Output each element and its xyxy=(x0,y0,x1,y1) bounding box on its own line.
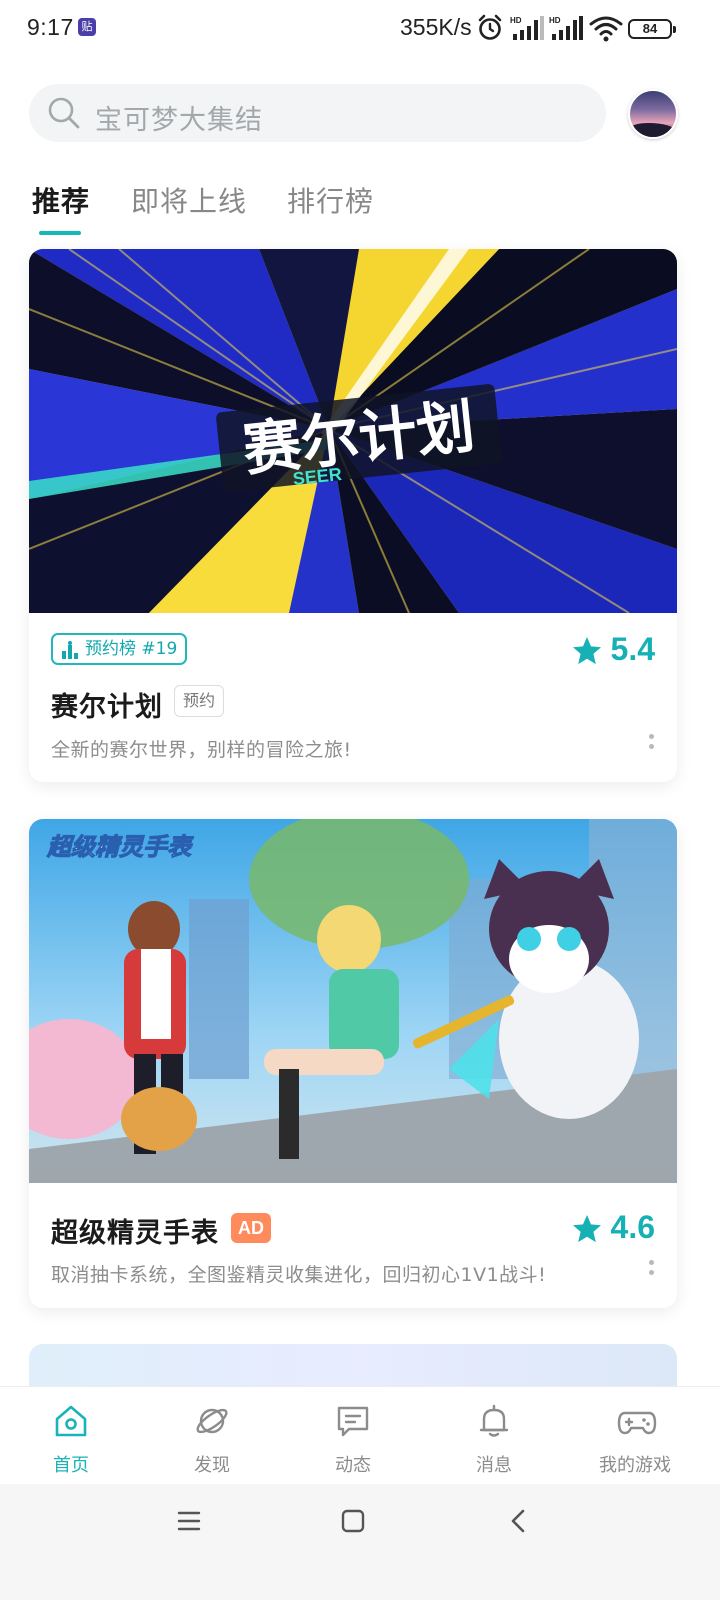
more-options-icon[interactable] xyxy=(649,734,655,754)
planet-icon xyxy=(196,1408,228,1434)
ranking-bars-icon xyxy=(62,641,78,659)
search-icon xyxy=(48,97,80,129)
svg-text:HD: HD xyxy=(549,16,561,25)
tab-rankings[interactable]: 排行榜 xyxy=(287,180,374,220)
menu-icon[interactable] xyxy=(176,1508,202,1534)
ad-tag: AD xyxy=(231,1213,271,1243)
nav-home[interactable]: 首页 xyxy=(21,1387,121,1485)
game-title[interactable]: 超级精灵手表 xyxy=(51,1211,219,1250)
banner-logo-text: 超级精灵手表 xyxy=(46,833,194,861)
nav-my-games[interactable]: 我的游戏 xyxy=(585,1387,685,1485)
game-description: 取消抽卡系统，全图鉴精灵收集进化，回归初心1V1战斗! xyxy=(51,1264,547,1286)
battery-icon: 84 xyxy=(628,19,676,39)
signal-hd-icon-1: HD xyxy=(510,16,544,40)
game-card-super-pet-watch[interactable]: 超级精灵手表 超级精灵手表 AD 4.6 取消抽卡系统，全图鉴精灵收集进化，回归… xyxy=(29,819,677,1308)
network-speed: 355K/s xyxy=(400,14,472,40)
home-square-icon[interactable] xyxy=(340,1508,366,1534)
status-bar: 9:17 贴 355K/s HD HD 84 xyxy=(0,0,720,60)
more-options-icon[interactable] xyxy=(649,1260,655,1280)
home-icon xyxy=(55,1405,87,1437)
nav-feed[interactable]: 动态 xyxy=(303,1387,403,1485)
rank-badge-label: 预约榜 #19 xyxy=(85,639,178,659)
star-icon xyxy=(572,637,601,665)
game-banner-super-pet-watch[interactable]: 超级精灵手表 xyxy=(29,819,677,1183)
search-input[interactable]: 宝可梦大集结 xyxy=(29,84,606,142)
reservation-tag: 预约 xyxy=(174,685,225,717)
search-placeholder: 宝可梦大集结 xyxy=(95,105,263,136)
nav-discover-label: 发现 xyxy=(194,1455,230,1476)
star-icon xyxy=(572,1215,601,1243)
nav-discover[interactable]: 发现 xyxy=(162,1387,262,1485)
signal-hd-icon-2: HD xyxy=(549,16,583,40)
wifi-icon xyxy=(589,16,623,42)
chat-bubble-icon xyxy=(337,1406,369,1437)
svg-text:HD: HD xyxy=(510,16,522,25)
rank-badge[interactable]: 预约榜 #19 xyxy=(51,633,188,665)
tab-recommend[interactable]: 推荐 xyxy=(32,180,90,220)
rating-value: 4.6 xyxy=(610,1209,655,1245)
nav-feed-label: 动态 xyxy=(335,1455,371,1476)
tab-indicator xyxy=(39,231,81,235)
back-icon[interactable] xyxy=(506,1508,532,1534)
game-banner-seer[interactable]: 赛尔计划 SEER xyxy=(29,249,677,613)
game-title[interactable]: 赛尔计划 xyxy=(51,685,163,724)
nav-messages[interactable]: 消息 xyxy=(444,1387,544,1485)
bottom-nav: 首页 发现 动态 消息 我的游戏 xyxy=(0,1386,720,1484)
game-rating: 5.4 xyxy=(572,631,655,668)
nav-my-games-label: 我的游戏 xyxy=(599,1455,671,1476)
alarm-icon xyxy=(478,14,502,40)
gamepad-icon xyxy=(617,1411,657,1435)
nav-home-label: 首页 xyxy=(53,1455,89,1476)
avatar[interactable] xyxy=(628,89,678,139)
system-nav-bar xyxy=(0,1484,720,1600)
notification-badge-icon: 贴 xyxy=(78,18,96,36)
status-time: 9:17 xyxy=(27,14,74,40)
game-description: 全新的赛尔世界，别样的冒险之旅! xyxy=(51,739,352,761)
game-card-seer[interactable]: 赛尔计划 SEER 预约榜 #19 5.4 赛尔计划 预约 全新的赛尔世界，别样… xyxy=(29,249,677,782)
game-rating: 4.6 xyxy=(572,1209,655,1246)
rating-value: 5.4 xyxy=(610,631,655,667)
tab-coming-soon[interactable]: 即将上线 xyxy=(131,180,247,220)
bell-icon xyxy=(479,1404,509,1437)
nav-messages-label: 消息 xyxy=(476,1455,512,1476)
